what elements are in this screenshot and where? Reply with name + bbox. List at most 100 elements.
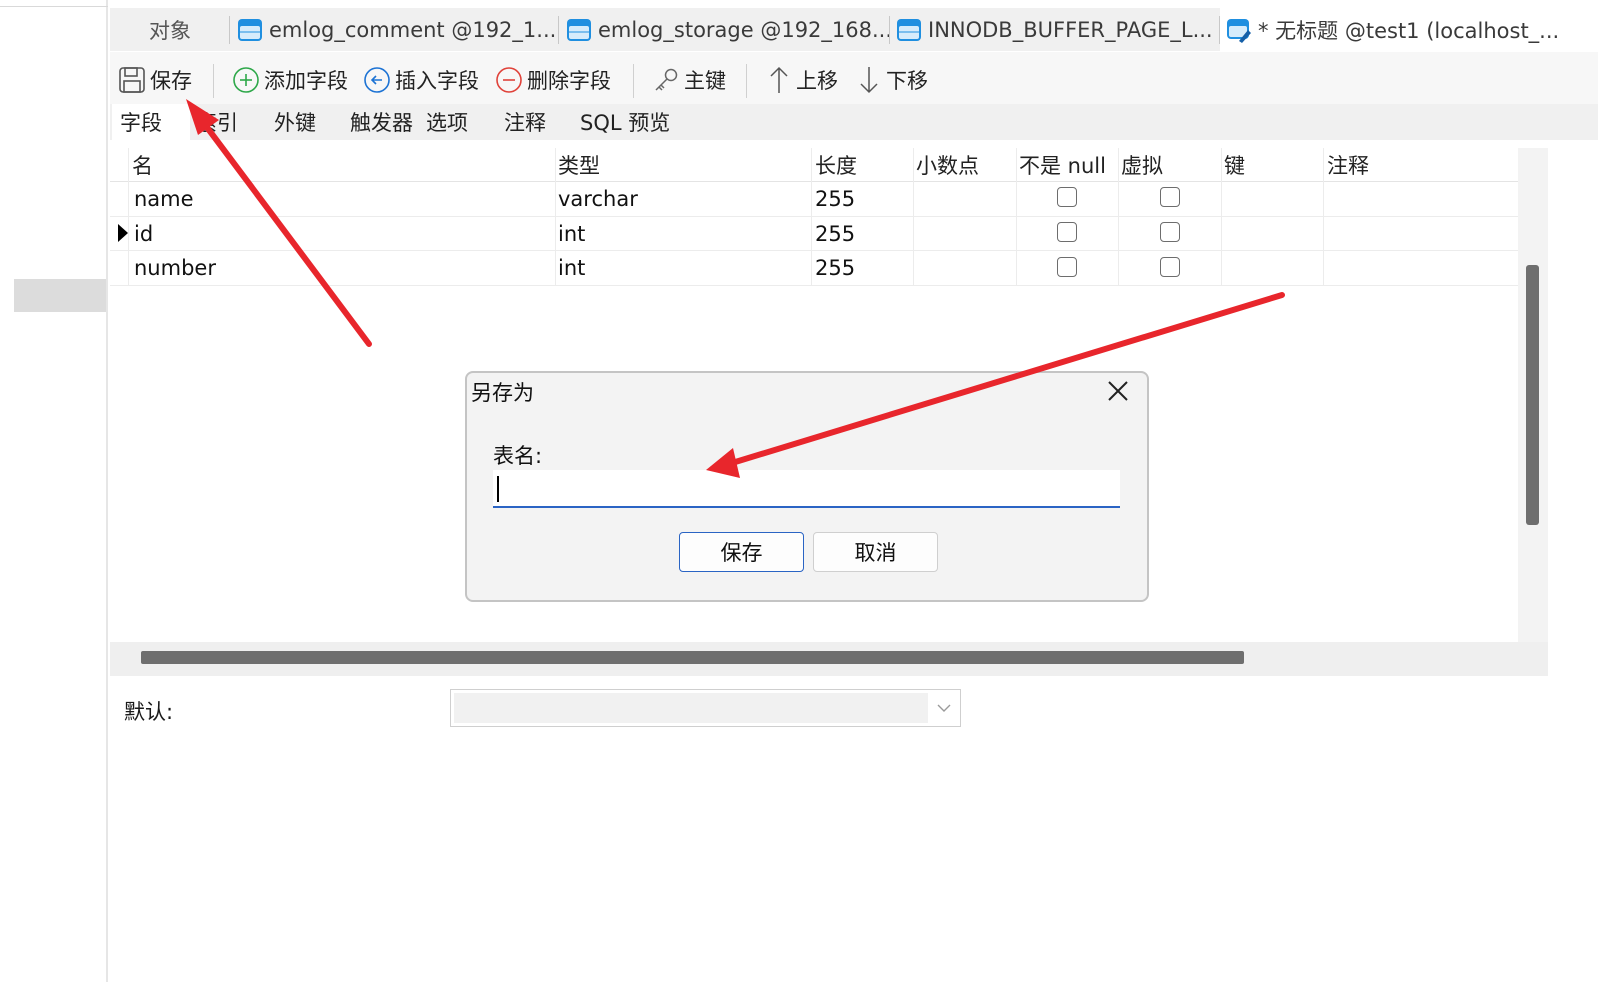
cell-field-name[interactable]: number — [134, 251, 216, 285]
cell-field-type[interactable]: int — [558, 251, 585, 285]
tab-label: emlog_comment @192_1... — [269, 17, 557, 42]
grid-header — [110, 148, 1518, 182]
tab-label: * 无标题 @test1 (localhost_... — [1258, 18, 1560, 43]
insert-field-button[interactable]: 插入字段 — [363, 62, 479, 98]
current-row-marker-icon — [118, 224, 128, 242]
toolbar-divider — [633, 64, 634, 98]
column-header-virtual[interactable]: 虚拟 — [1121, 150, 1163, 180]
col-divider — [128, 148, 129, 286]
primary-key-label: 主键 — [684, 69, 726, 93]
cell-field-type[interactable]: varchar — [558, 182, 638, 216]
delete-field-label: 删除字段 — [527, 69, 611, 93]
save-button[interactable]: 保存 — [118, 62, 192, 98]
dialog-cancel-button[interactable]: 取消 — [813, 532, 938, 572]
table-icon — [238, 18, 262, 41]
divider — [0, 6, 108, 7]
move-down-label: 下移 — [886, 69, 928, 93]
subtab-foreign-keys[interactable]: 外键 — [264, 104, 342, 140]
move-down-button[interactable]: 下移 — [856, 62, 928, 98]
virtual-checkbox[interactable] — [1160, 257, 1180, 277]
minus-circle-icon — [496, 67, 522, 93]
subtab-label: 外键 — [274, 111, 316, 135]
column-header-key[interactable]: 键 — [1224, 150, 1245, 180]
table-icon — [567, 18, 591, 41]
col-divider — [1323, 148, 1324, 286]
virtual-checkbox[interactable] — [1160, 187, 1180, 207]
add-field-label: 添加字段 — [264, 69, 348, 93]
selected-object-item[interactable] — [14, 279, 106, 312]
tab-emlog-comment[interactable]: emlog_comment @192_1... — [231, 8, 559, 51]
col-divider — [913, 148, 914, 286]
subtab-label: SQL 预览 — [580, 111, 671, 135]
column-header-not-null[interactable]: 不是 null — [1019, 150, 1106, 180]
plus-circle-icon — [233, 67, 259, 93]
col-divider — [811, 148, 812, 286]
move-up-label: 上移 — [796, 69, 838, 93]
cell-field-length[interactable]: 255 — [815, 217, 855, 251]
not-null-checkbox[interactable] — [1057, 222, 1077, 242]
cell-field-name[interactable]: id — [134, 217, 153, 251]
subtab-sql-preview[interactable]: SQL 预览 — [572, 104, 672, 140]
cell-field-length[interactable]: 255 — [815, 251, 855, 285]
cell-field-name[interactable]: name — [134, 182, 194, 216]
column-header-type[interactable]: 类型 — [558, 150, 600, 180]
column-header-name[interactable]: 名 — [132, 150, 153, 180]
tab-label: INNODB_BUFFER_PAGE_L... — [928, 17, 1213, 42]
add-field-button[interactable]: 添加字段 — [232, 62, 348, 98]
table-icon — [897, 18, 921, 41]
column-header-length[interactable]: 长度 — [815, 150, 857, 180]
subtab-comment[interactable]: 注释 — [496, 104, 572, 140]
col-divider — [1016, 148, 1017, 286]
arrow-up-icon — [770, 66, 788, 93]
subtab-fields[interactable]: 字段 — [112, 104, 190, 140]
text-cursor — [497, 476, 499, 502]
row-divider — [110, 250, 1518, 251]
arrow-down-icon — [860, 67, 878, 94]
not-null-checkbox[interactable] — [1057, 187, 1077, 207]
tab-objects[interactable]: 对象 — [110, 8, 230, 51]
save-icon — [119, 67, 145, 93]
horizontal-scrollbar-thumb[interactable] — [141, 651, 1244, 664]
not-null-checkbox[interactable] — [1057, 257, 1077, 277]
tab-innodb-buffer[interactable]: INNODB_BUFFER_PAGE_L... — [890, 8, 1220, 51]
row-divider — [110, 285, 1518, 286]
cell-field-length[interactable]: 255 — [815, 182, 855, 216]
primary-key-button[interactable]: 主键 — [652, 62, 726, 98]
subtab-label: 注释 — [504, 111, 546, 135]
virtual-checkbox[interactable] — [1160, 222, 1180, 242]
default-value-field[interactable] — [454, 693, 928, 723]
insert-field-label: 插入字段 — [395, 69, 479, 93]
subtab-triggers[interactable]: 触发器 — [342, 104, 418, 140]
dialog-save-button[interactable]: 保存 — [679, 532, 804, 572]
row-divider — [110, 216, 1518, 217]
column-header-decimals[interactable]: 小数点 — [916, 150, 979, 180]
move-up-button[interactable]: 上移 — [766, 62, 838, 98]
cell-field-type[interactable]: int — [558, 217, 585, 251]
subtab-label: 索引 — [196, 111, 238, 135]
column-header-comment[interactable]: 注释 — [1327, 150, 1369, 180]
vertical-scrollbar-thumb[interactable] — [1526, 265, 1539, 525]
dialog-title: 另存为 — [471, 381, 534, 405]
table-design-icon — [1227, 18, 1251, 43]
subtab-options[interactable]: 选项 — [418, 104, 496, 140]
col-divider — [1118, 148, 1119, 286]
subtab-indexes[interactable]: 索引 — [190, 104, 264, 140]
subtab-label: 选项 — [426, 111, 468, 135]
close-icon[interactable] — [1106, 379, 1130, 403]
tab-untitled-design[interactable]: * 无标题 @test1 (localhost_... — [1220, 8, 1598, 51]
col-divider — [1221, 148, 1222, 286]
tab-emlog-storage[interactable]: emlog_storage @192_168... — [560, 8, 890, 51]
table-name-label: 表名: — [493, 444, 543, 468]
subtab-label: 字段 — [120, 111, 162, 135]
col-divider — [555, 148, 556, 286]
key-icon — [655, 68, 678, 91]
save-label: 保存 — [150, 69, 192, 93]
toolbar-divider — [213, 64, 214, 98]
table-name-input[interactable] — [493, 470, 1120, 508]
toolbar-divider — [746, 64, 747, 98]
chevron-down-icon[interactable] — [934, 698, 954, 718]
object-list-panel — [0, 0, 108, 982]
delete-field-button[interactable]: 删除字段 — [495, 62, 611, 98]
tab-label: 对象 — [149, 18, 191, 43]
tab-label: emlog_storage @192_168... — [598, 17, 890, 42]
